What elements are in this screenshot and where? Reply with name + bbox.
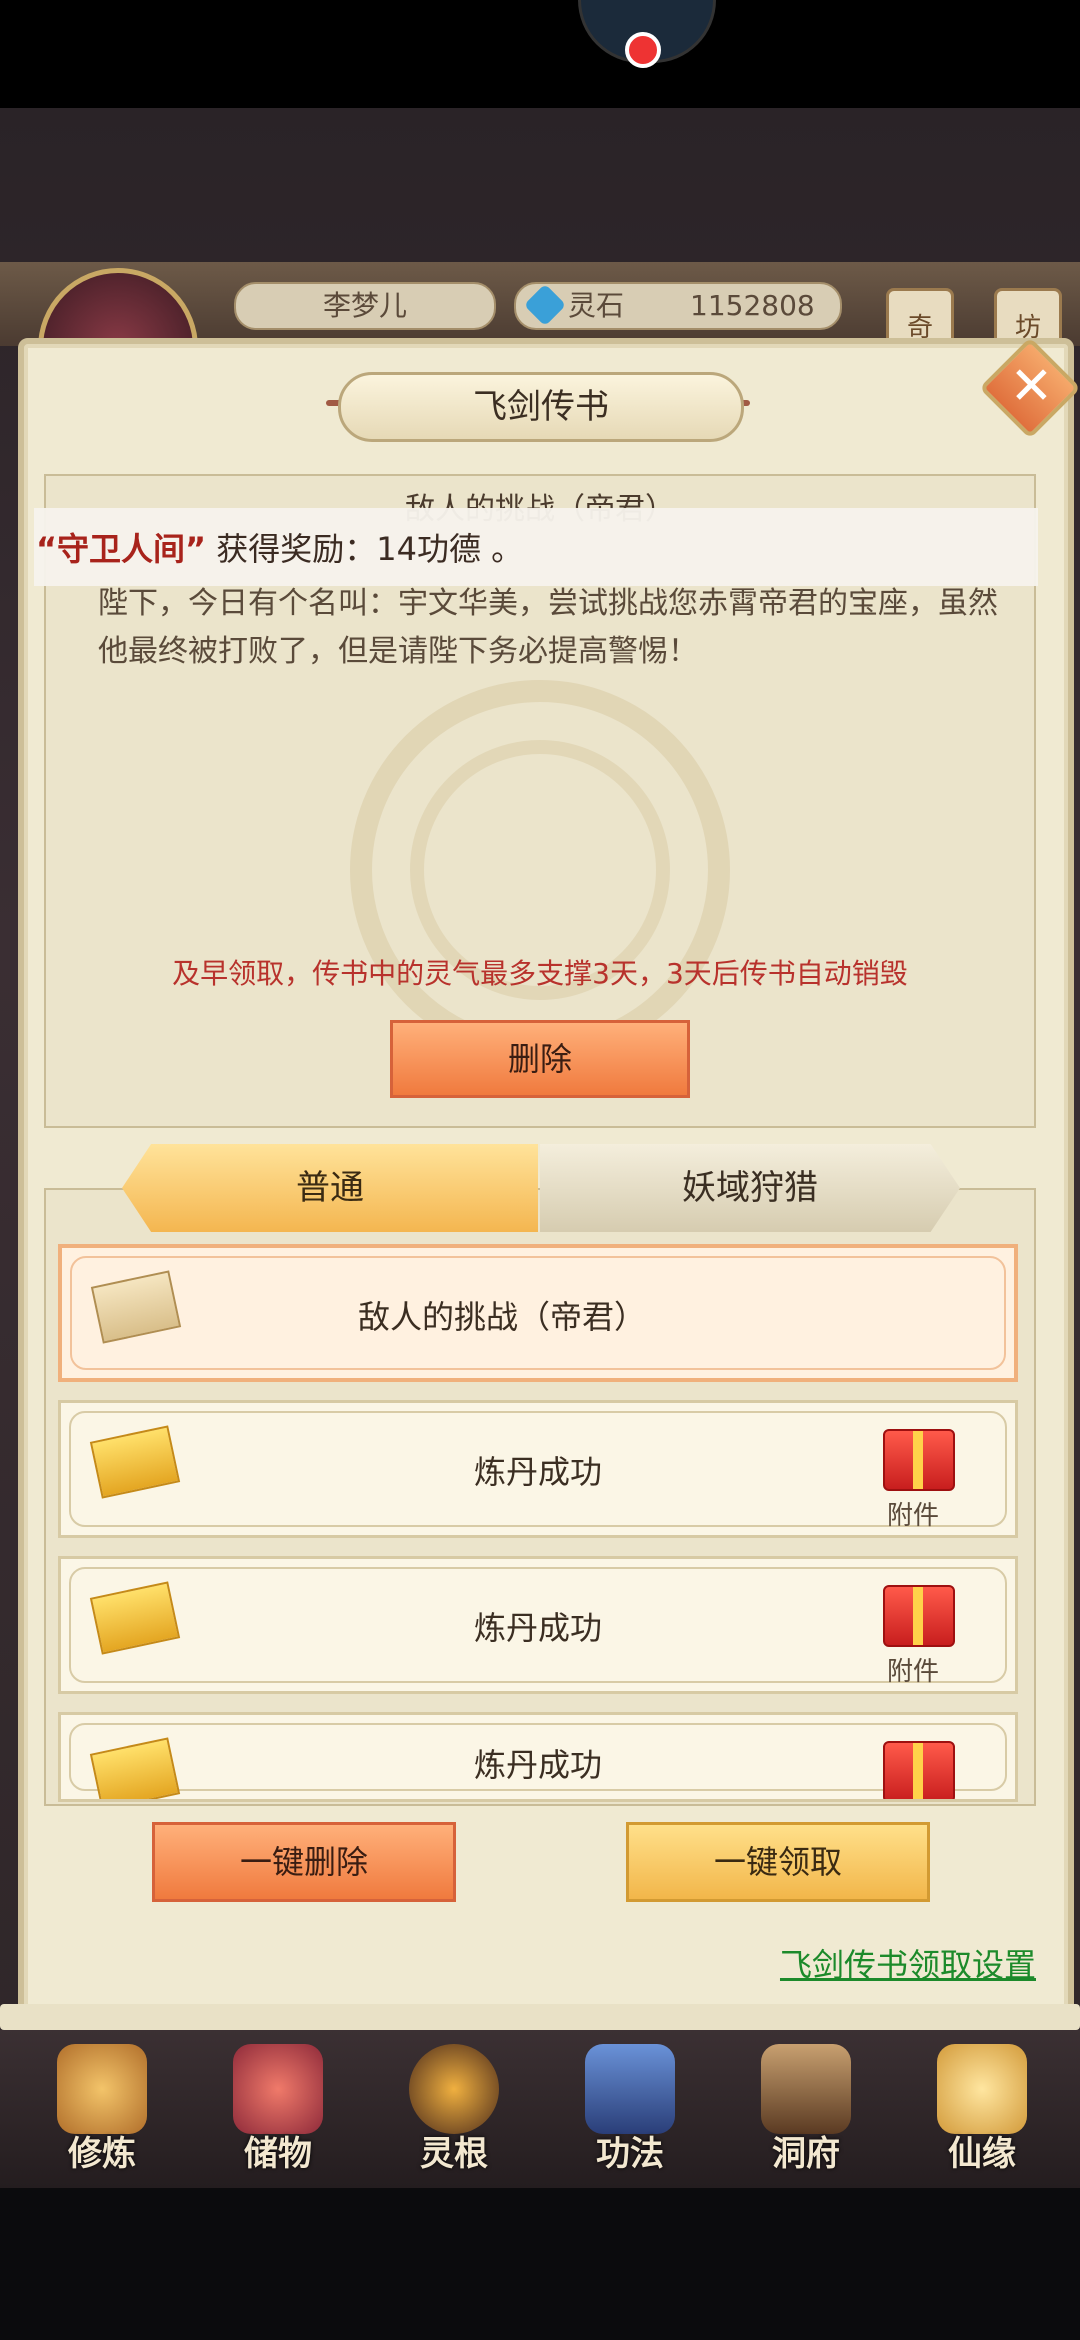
mail-item-title: 敌人的挑战（帝君） (357, 1298, 646, 1336)
mail-item-title: 炼丹成功 (473, 1609, 602, 1647)
storage-bag-icon (233, 2044, 323, 2134)
nav-label: 储物 (244, 2134, 312, 2174)
expiry-warning: 及早领取，传书中的灵气最多支撑3天，3天后传书自动销毁 (172, 957, 908, 990)
currency-label: 灵石 (568, 289, 625, 322)
mail-item-title: 炼丹成功 (473, 1746, 602, 1784)
bottom-nav-bar (0, 2030, 1080, 2188)
cultivate-icon (57, 2044, 147, 2134)
nav-immortal-fate[interactable]: 仙缘 (922, 2036, 1042, 2186)
nav-spirit-root[interactable]: 灵根 (394, 2036, 514, 2186)
gift-box-icon (883, 1741, 955, 1799)
close-icon: ✕ (1009, 356, 1054, 417)
currency-value: 1152808 (690, 289, 815, 322)
mail-list-item[interactable]: 炼丹成功 附件 (58, 1556, 1018, 1694)
bottom-black-area (0, 2188, 1080, 2340)
record-dot-icon (625, 32, 661, 68)
spirit-stone-icon (523, 283, 567, 327)
nav-storage[interactable]: 储物 (218, 2036, 338, 2186)
nav-label: 修炼 (68, 2134, 136, 2174)
bulk-claim-button[interactable]: 一键领取 (626, 1822, 930, 1902)
top-black-strip (0, 0, 1080, 108)
notification-quest-name: “守卫人间” (36, 530, 207, 568)
gift-box-icon (883, 1585, 955, 1647)
nav-technique[interactable]: 功法 (570, 2036, 690, 2186)
dialog-title-plaque: 飞剑传书 (338, 372, 744, 442)
nav-label: 灵根 (420, 2134, 488, 2174)
letter-body: 陛下，今日有个名叫：宇文华美，尝试挑战您赤霄帝君的宝座，虽然他最终被打败了，但是… (98, 586, 998, 669)
immortal-fate-icon (937, 2044, 1027, 2134)
player-name: 李梦儿 (234, 282, 496, 330)
tab-demon-hunt-label: 妖域狩猎 (682, 1168, 818, 1208)
nav-cave-abode[interactable]: 洞府 (746, 2036, 866, 2186)
attachment-label: 附件 (887, 1501, 940, 1531)
dialog-title: 飞剑传书 (473, 387, 609, 427)
attachment-label: 附件 (887, 1657, 940, 1687)
nav-label: 功法 (596, 2134, 664, 2174)
technique-book-icon (585, 2044, 675, 2134)
bulk-delete-button[interactable]: 一键删除 (152, 1822, 456, 1902)
tab-normal[interactable]: 普通 (122, 1144, 538, 1232)
nav-label: 洞府 (772, 2134, 840, 2174)
mail-list-item[interactable]: 敌人的挑战（帝君） (58, 1244, 1018, 1382)
mail-item-title: 炼丹成功 (473, 1453, 602, 1491)
reward-notification-text: “守卫人间” 获得奖励：14功德 。 (36, 524, 523, 570)
mail-list-item[interactable]: 炼丹成功 (58, 1712, 1018, 1802)
nav-cultivate[interactable]: 修炼 (42, 2036, 162, 2186)
mail-list-item[interactable]: 炼丹成功 附件 (58, 1400, 1018, 1538)
tab-normal-label: 普通 (296, 1168, 364, 1208)
claim-settings-link[interactable]: 飞剑传书领取设置 (0, 1940, 1036, 1986)
gift-box-icon (883, 1429, 955, 1491)
cave-abode-icon (761, 2044, 851, 2134)
spirit-stone-counter: 灵石 1152808 (514, 282, 842, 330)
delete-button[interactable]: 删除 (390, 1020, 690, 1098)
nav-label: 仙缘 (948, 2134, 1016, 2174)
scroll-bottom-edge (0, 2004, 1080, 2030)
notification-reward: 获得奖励：14功德 。 (206, 530, 524, 568)
spirit-root-icon (409, 2044, 499, 2134)
tab-demon-hunt[interactable]: 妖域狩猎 (540, 1144, 960, 1232)
